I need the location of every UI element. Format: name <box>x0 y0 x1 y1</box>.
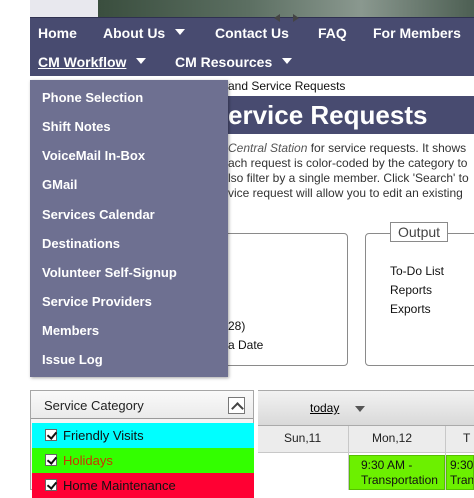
category-checkbox[interactable] <box>45 479 57 491</box>
service-category-panel: Service Category Friendly Visits Holiday… <box>30 390 254 498</box>
nav-home[interactable]: Home <box>38 25 77 41</box>
chevron-down-icon <box>136 58 147 64</box>
banner-photo <box>98 0 474 17</box>
next-arrow-icon[interactable] <box>293 14 299 22</box>
menu-item-voicemail-inbox[interactable]: VoiceMail In-Box <box>42 148 145 163</box>
intro-line: lso filter by a single member. Click 'Se… <box>228 171 469 185</box>
collapse-chevron-up-icon[interactable] <box>228 397 245 414</box>
category-checkbox[interactable] <box>45 454 57 466</box>
service-category-header: Service Category <box>31 391 253 419</box>
calendar-toolbar <box>258 390 474 426</box>
menu-item-members[interactable]: Members <box>42 323 99 338</box>
page-title: ervice Requests <box>228 96 474 134</box>
intro-text: Central Station for service requests. It… <box>228 141 474 201</box>
category-checkbox[interactable] <box>45 429 57 441</box>
event-title: Transportation <box>361 473 438 487</box>
service-category-title: Service Category <box>44 398 144 413</box>
category-label: Holidays <box>63 453 113 468</box>
day-header-tue: T <box>463 431 471 445</box>
event-time: 9:30 <box>450 458 474 472</box>
menu-item-destinations[interactable]: Destinations <box>42 236 120 251</box>
menu-item-phone-selection[interactable]: Phone Selection <box>42 90 143 105</box>
nav-contact-us-label: Contact Us <box>215 25 289 41</box>
nav-about-us-label: About Us <box>103 25 166 41</box>
chevron-down-icon <box>175 29 186 35</box>
menu-item-gmail[interactable]: GMail <box>42 177 77 192</box>
service-category-row[interactable]: Holidays <box>32 448 254 473</box>
event-time: 9:30 AM - <box>361 458 413 472</box>
prev-arrow-icon[interactable] <box>274 14 280 22</box>
menu-item-service-providers[interactable]: Service Providers <box>42 294 152 309</box>
intro-lead: Central Station <box>228 141 308 155</box>
nav-for-members-label: For Members <box>373 25 461 41</box>
view-dropdown-caret-icon[interactable] <box>355 406 365 412</box>
breadcrumb: and Service Requests <box>228 79 346 93</box>
day-header-sun: Sun,11 <box>284 431 322 445</box>
calendar-event[interactable]: 9:30 Tran <box>446 455 474 490</box>
output-link-exports[interactable]: Exports <box>390 302 431 316</box>
day-header-mon: Mon,12 <box>372 431 413 445</box>
output-link-reports[interactable]: Reports <box>390 283 432 297</box>
nav-home-label: Home <box>38 25 77 41</box>
menu-item-volunteer-self-signup[interactable]: Volunteer Self-Signup <box>42 265 177 280</box>
output-box <box>365 233 474 366</box>
menu-item-issue-log[interactable]: Issue Log <box>42 352 103 367</box>
nav-cm-workflow-label: CM Workflow <box>38 54 127 70</box>
menu-item-shift-notes[interactable]: Shift Notes <box>42 119 111 134</box>
category-label: Friendly Visits <box>63 428 144 443</box>
nav-cm-workflow[interactable]: CM Workflow <box>38 54 147 70</box>
nav-for-members[interactable]: For Members <box>373 25 461 41</box>
intro-lead-rest: for service requests. It shows <box>307 141 467 155</box>
nav-cm-resources[interactable]: CM Resources <box>175 54 293 70</box>
service-category-row[interactable]: Friendly Visits <box>32 423 254 448</box>
output-link-todo[interactable]: To-Do List <box>390 264 444 278</box>
intro-line: ach request is color-coded by the catego… <box>228 156 468 170</box>
cm-workflow-dropdown: Phone Selection Shift Notes VoiceMail In… <box>30 80 228 377</box>
today-button[interactable]: today <box>310 401 339 415</box>
nav-about-us[interactable]: About Us <box>103 25 186 41</box>
category-label: Home Maintenance <box>63 478 176 493</box>
nav-contact-us[interactable]: Contact Us <box>215 25 289 41</box>
chevron-down-icon <box>282 58 293 64</box>
calendar-event[interactable]: 9:30 AM - Transportation <box>349 455 445 490</box>
search-option-text[interactable]: a Date <box>228 338 263 352</box>
output-legend: Output <box>390 222 449 242</box>
nav-cm-resources-label: CM Resources <box>175 54 273 70</box>
menu-item-services-calendar[interactable]: Services Calendar <box>42 207 155 222</box>
page-left-gutter <box>0 0 30 490</box>
intro-line: vice request will allow you to edit an e… <box>228 186 463 200</box>
service-category-row[interactable]: Home Maintenance <box>32 473 254 498</box>
nav-faq[interactable]: FAQ <box>318 25 347 41</box>
nav-faq-label: FAQ <box>318 25 347 41</box>
search-option-text: 28) <box>228 319 246 333</box>
event-title: Tran <box>450 473 474 487</box>
